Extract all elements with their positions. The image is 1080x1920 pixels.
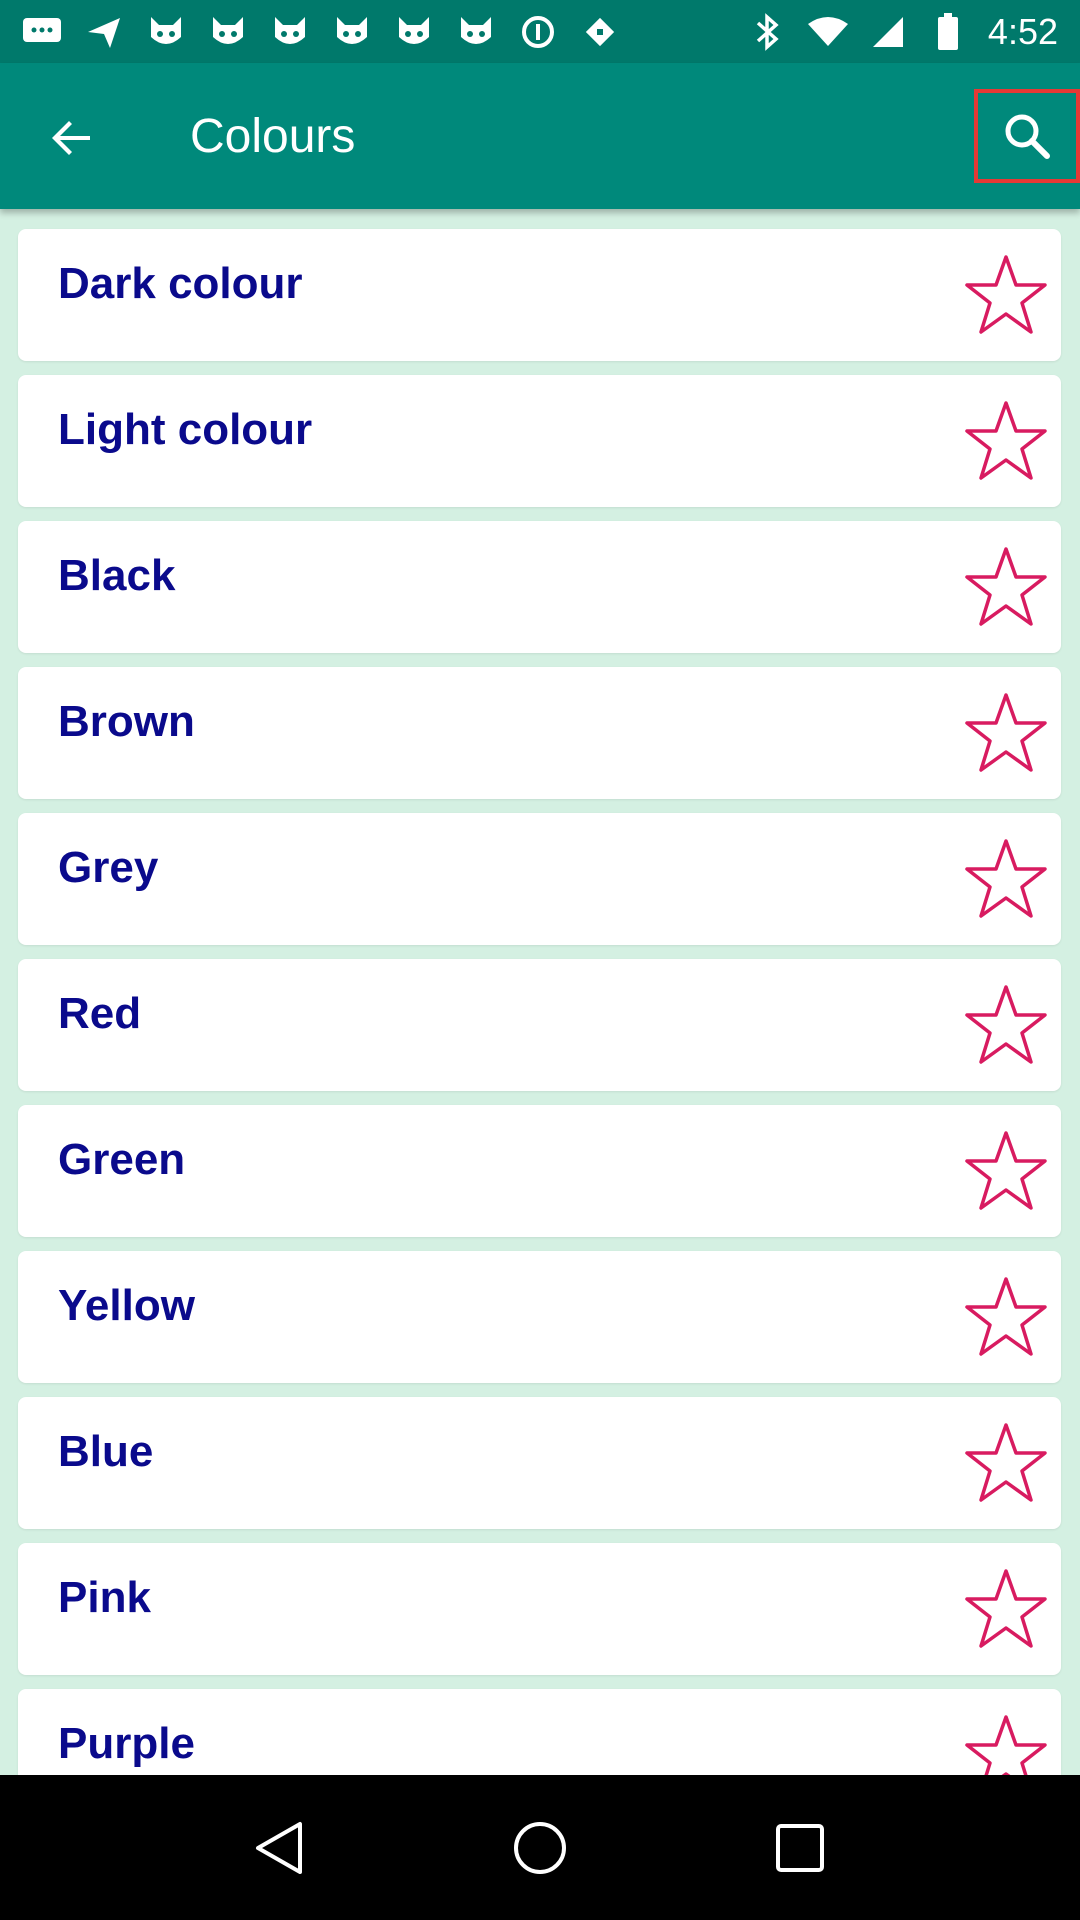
item-label: Purple xyxy=(58,1719,195,1768)
data-saver-icon xyxy=(518,12,558,52)
favorite-star-button[interactable] xyxy=(964,691,1048,775)
bluetooth-icon xyxy=(748,12,788,52)
battery-icon xyxy=(928,12,968,52)
star-outline-icon xyxy=(965,401,1047,480)
star-outline-icon xyxy=(965,693,1047,772)
item-label: Red xyxy=(58,989,142,1038)
status-bar: 4:52 xyxy=(0,0,1080,63)
arrow-back-icon xyxy=(52,121,90,155)
item-label: Yellow xyxy=(58,1281,195,1330)
status-time: 4:52 xyxy=(987,10,1058,52)
fake-gps-icon xyxy=(580,12,620,52)
recents-square-icon xyxy=(776,1823,824,1872)
star-outline-icon xyxy=(965,1131,1047,1210)
list-item[interactable]: Pink xyxy=(18,1543,1061,1675)
list-item[interactable]: Dark colour xyxy=(18,229,1061,361)
favorite-star-button[interactable] xyxy=(964,399,1048,483)
search-button[interactable] xyxy=(974,89,1080,183)
item-label: Pink xyxy=(58,1573,151,1622)
item-label: Green xyxy=(58,1135,186,1184)
list-item[interactable]: Green xyxy=(18,1105,1061,1237)
home-circle-icon xyxy=(514,1821,566,1874)
star-outline-icon xyxy=(965,1277,1047,1356)
favorite-star-button[interactable] xyxy=(964,1713,1048,1775)
cat-icon xyxy=(394,12,434,52)
list-item[interactable]: Blue xyxy=(18,1397,1061,1529)
item-label: Light colour xyxy=(58,405,313,454)
star-outline-icon xyxy=(965,985,1047,1064)
favorite-star-button[interactable] xyxy=(964,983,1048,1067)
cat-icon xyxy=(456,12,496,52)
nav-back-button[interactable] xyxy=(240,1808,320,1888)
list-item[interactable]: Yellow xyxy=(18,1251,1061,1383)
favorite-star-button[interactable] xyxy=(964,253,1048,337)
notification-icons xyxy=(22,12,620,52)
list-item[interactable]: Black xyxy=(18,521,1061,653)
back-button[interactable] xyxy=(32,103,112,173)
star-outline-icon xyxy=(965,839,1047,918)
item-label: Dark colour xyxy=(58,259,303,308)
item-label: Black xyxy=(58,551,176,600)
star-outline-icon xyxy=(965,1715,1047,1775)
system-icons: 4:52 xyxy=(748,11,1058,53)
list-item[interactable]: Brown xyxy=(18,667,1061,799)
favorite-star-button[interactable] xyxy=(964,545,1048,629)
search-icon xyxy=(1005,114,1050,159)
star-outline-icon xyxy=(965,1423,1047,1502)
messaging-icon xyxy=(22,12,62,52)
colour-list-container[interactable]: Dark colour Light colour Black Brown Gre… xyxy=(0,209,1080,1775)
nav-recents-button[interactable] xyxy=(760,1808,840,1888)
list-item[interactable]: Purple xyxy=(18,1689,1061,1775)
favorite-star-button[interactable] xyxy=(964,1129,1048,1213)
cat-icon xyxy=(332,12,372,52)
send-icon xyxy=(84,12,124,52)
favorite-star-button[interactable] xyxy=(964,837,1048,921)
cat-icon xyxy=(208,12,248,52)
page-title: Colours xyxy=(190,110,356,163)
list-item[interactable]: Grey xyxy=(18,813,1061,945)
colour-list: Dark colour Light colour Black Brown Gre… xyxy=(18,229,1061,1775)
list-item[interactable]: Light colour xyxy=(18,375,1061,507)
app-bar: Colours xyxy=(0,63,1080,209)
favorite-star-button[interactable] xyxy=(964,1567,1048,1651)
back-triangle-icon xyxy=(256,1821,302,1874)
signal-icon xyxy=(868,12,908,52)
star-outline-icon xyxy=(965,255,1047,334)
list-item[interactable]: Red xyxy=(18,959,1061,1091)
item-label: Grey xyxy=(58,843,159,892)
favorite-star-button[interactable] xyxy=(964,1275,1048,1359)
navigation-bar xyxy=(0,1775,1080,1920)
wifi-icon xyxy=(807,12,848,52)
favorite-star-button[interactable] xyxy=(964,1421,1048,1505)
item-label: Blue xyxy=(58,1427,154,1476)
cat-icon xyxy=(270,12,310,52)
cat-icon xyxy=(146,12,186,52)
item-label: Brown xyxy=(58,697,195,746)
star-outline-icon xyxy=(965,1569,1047,1648)
star-outline-icon xyxy=(965,547,1047,626)
nav-home-button[interactable] xyxy=(500,1808,580,1888)
